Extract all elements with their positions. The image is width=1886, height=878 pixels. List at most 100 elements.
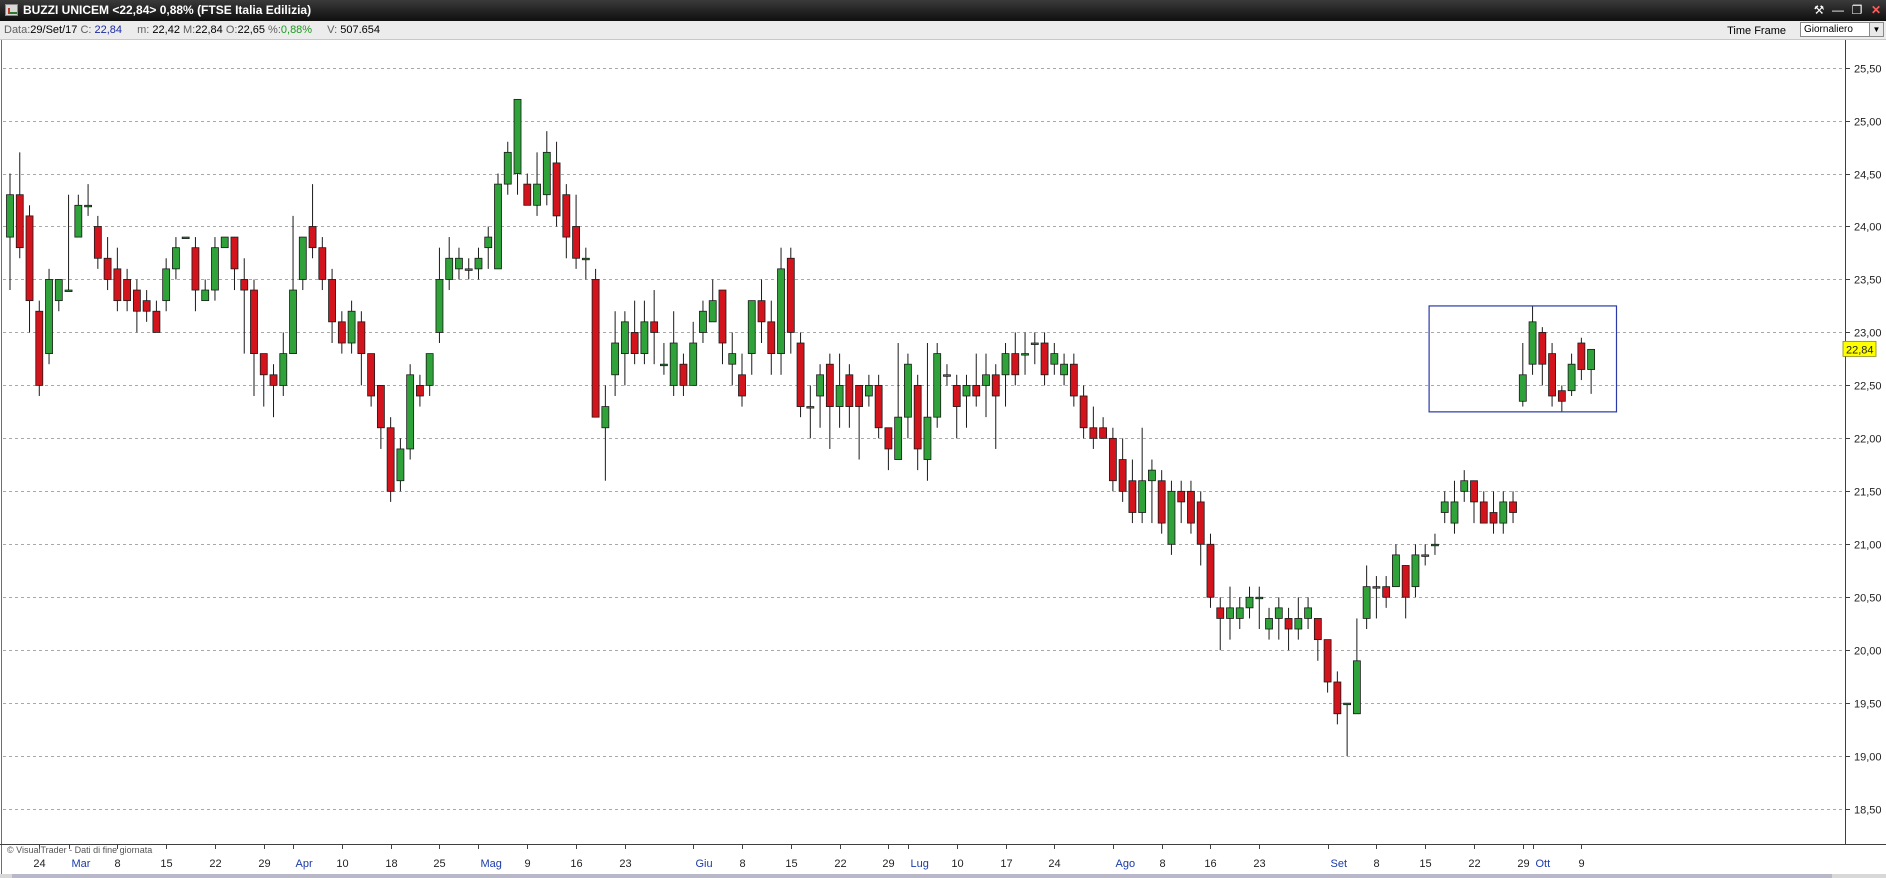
- title-bar: BUZZI UNICEM <22,84> 0,88% (FTSE Italia …: [0, 0, 1886, 21]
- candle-body-down: [1011, 353, 1020, 376]
- candle-body-up: [581, 257, 590, 261]
- candle-body-down: [1538, 332, 1547, 365]
- x-day-label: 8: [739, 858, 745, 870]
- high-value: 22,84: [195, 24, 223, 36]
- chevron-down-icon[interactable]: ▼: [1869, 23, 1883, 36]
- candle-body-down: [1401, 565, 1410, 598]
- minimize-button[interactable]: —: [1830, 2, 1846, 18]
- candle-body-up: [1372, 586, 1381, 589]
- candle[interactable]: [45, 268, 53, 365]
- candle-body-up: [484, 236, 493, 249]
- candle[interactable]: [181, 236, 190, 239]
- candle-body-down: [1177, 490, 1186, 503]
- x-day-label: 8: [114, 858, 120, 870]
- x-day-label: 24: [33, 858, 45, 870]
- candle-body-up: [894, 416, 903, 460]
- candle[interactable]: [591, 268, 600, 418]
- candle-body-up: [64, 289, 73, 292]
- x-day-label: 10: [336, 858, 348, 870]
- pct-value: 0,88%: [280, 24, 313, 36]
- candle-body-up: [406, 374, 415, 450]
- last-price-label: 22,84: [1846, 344, 1874, 356]
- candle[interactable]: [933, 343, 942, 428]
- restore-button[interactable]: ❐: [1849, 2, 1865, 18]
- close-value: 22,84: [94, 24, 123, 36]
- candle-body-down: [1216, 607, 1225, 619]
- candle-body-down: [1382, 586, 1391, 598]
- candle-body-up: [1567, 363, 1576, 392]
- candle-body-down: [1470, 480, 1478, 503]
- candle-body-down: [318, 247, 327, 280]
- price-chart[interactable]: 18,50 19,00 19,50 20,00 20,50 21,00 21,50 22,00…: [0, 40, 1886, 878]
- x-day-label: 22: [209, 858, 221, 870]
- candle[interactable]: [1206, 533, 1215, 608]
- candle-body-up: [640, 321, 649, 355]
- candle-body-down: [913, 384, 922, 450]
- candle-body-up: [1304, 607, 1312, 619]
- candle-body-up: [1362, 586, 1371, 619]
- candle-body-up: [1167, 490, 1176, 545]
- candle-body-up: [699, 310, 707, 333]
- candle-body-up: [201, 289, 210, 302]
- x-day-label: 17: [1000, 858, 1012, 870]
- y-tick-label: 25,00: [1854, 117, 1882, 129]
- candle-body-down: [796, 342, 805, 407]
- candle-body-down: [1577, 342, 1586, 370]
- candle-body-down: [738, 374, 746, 397]
- y-tick-label: 20,00: [1854, 646, 1882, 658]
- candle[interactable]: [406, 364, 415, 460]
- x-day-label: 8: [1373, 858, 1379, 870]
- candle-body-down: [1108, 437, 1117, 482]
- tools-icon[interactable]: ⚒: [1811, 2, 1827, 18]
- candle-body-up: [474, 257, 483, 270]
- candle[interactable]: [386, 417, 395, 502]
- low-label: m:: [137, 24, 150, 36]
- candle-body-down: [1196, 501, 1205, 545]
- low-value: 22,42: [152, 24, 180, 36]
- candle-body-down: [767, 321, 776, 355]
- candle-body-down: [1079, 395, 1088, 429]
- candle-body-up: [1245, 596, 1254, 609]
- y-tick-label: 24,00: [1854, 222, 1882, 234]
- timeframe-select[interactable]: Giornaliero ▼: [1800, 22, 1884, 37]
- candle-body-up: [1421, 554, 1430, 557]
- app-chart-icon: [5, 4, 18, 16]
- candle-body-down: [113, 268, 122, 302]
- candle-body-down: [572, 226, 580, 259]
- x-day-label: 9: [1578, 858, 1584, 870]
- candle-body-up: [747, 300, 756, 355]
- candle-body-up: [1392, 554, 1400, 588]
- candle-body-down: [35, 310, 44, 386]
- candle[interactable]: [220, 236, 229, 249]
- candle-body-up: [220, 236, 229, 249]
- x-day-label: 15: [1419, 858, 1431, 870]
- candle-body-down: [416, 384, 424, 397]
- candle-body-up: [669, 342, 678, 386]
- candle-body-up: [1343, 702, 1352, 706]
- candle-body-up: [943, 374, 951, 377]
- candle-body-down: [952, 384, 961, 407]
- close-button[interactable]: ✕: [1868, 2, 1884, 18]
- candle[interactable]: [494, 173, 502, 270]
- candle-body-up: [435, 279, 444, 333]
- candle-body-up: [172, 247, 180, 270]
- candle[interactable]: [796, 332, 805, 418]
- candle-body-up: [347, 310, 356, 344]
- candle-body-up: [494, 183, 502, 270]
- candle-body-up: [1352, 660, 1361, 715]
- candle-body-up: [1030, 342, 1039, 345]
- candle-body-up: [1587, 348, 1596, 370]
- candle-body-up: [1226, 607, 1234, 619]
- x-day-label: 24: [1048, 858, 1060, 870]
- x-day-label: 29: [882, 858, 894, 870]
- candle[interactable]: [35, 300, 44, 396]
- candle-body-down: [191, 247, 200, 291]
- candle-body-up: [211, 247, 219, 291]
- x-month-label: Set: [1331, 858, 1348, 870]
- candle[interactable]: [1167, 480, 1176, 555]
- copyright-note: © VisualTrader - Dati di fine giornata: [7, 845, 152, 855]
- x-day-label: 29: [258, 858, 270, 870]
- candle-body-down: [93, 226, 102, 259]
- x-month-label: Apr: [296, 858, 313, 870]
- candle-body-up: [45, 279, 53, 355]
